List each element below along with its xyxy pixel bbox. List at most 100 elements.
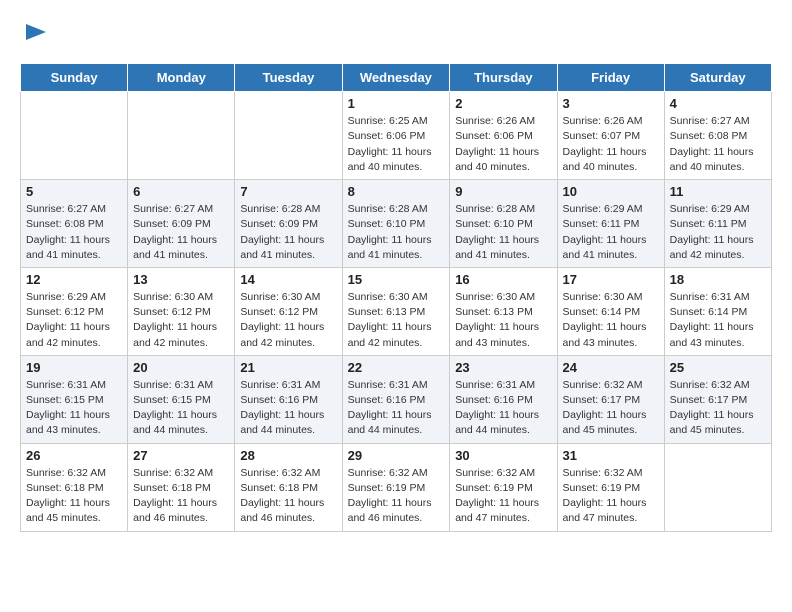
day-number: 2 — [455, 96, 551, 111]
day-number: 4 — [670, 96, 766, 111]
day-info: Sunrise: 6:29 AMSunset: 6:12 PMDaylight:… — [26, 290, 122, 351]
calendar-header-friday: Friday — [557, 64, 664, 92]
day-info: Sunrise: 6:32 AMSunset: 6:18 PMDaylight:… — [133, 466, 229, 527]
day-info: Sunrise: 6:27 AMSunset: 6:09 PMDaylight:… — [133, 202, 229, 263]
calendar-header-thursday: Thursday — [450, 64, 557, 92]
day-number: 10 — [563, 184, 659, 199]
day-info: Sunrise: 6:31 AMSunset: 6:16 PMDaylight:… — [348, 378, 445, 439]
day-info: Sunrise: 6:28 AMSunset: 6:10 PMDaylight:… — [455, 202, 551, 263]
day-info: Sunrise: 6:30 AMSunset: 6:13 PMDaylight:… — [348, 290, 445, 351]
day-number: 20 — [133, 360, 229, 375]
day-number: 21 — [240, 360, 336, 375]
day-info: Sunrise: 6:32 AMSunset: 6:19 PMDaylight:… — [455, 466, 551, 527]
calendar-cell: 7 Sunrise: 6:28 AMSunset: 6:09 PMDaylight… — [235, 180, 342, 268]
calendar-cell: 14Sunrise: 6:30 AMSunset: 6:12 PMDayligh… — [235, 267, 342, 355]
day-number: 7 — [240, 184, 336, 199]
calendar-header-wednesday: Wednesday — [342, 64, 450, 92]
day-number: 11 — [670, 184, 766, 199]
calendar-week-row: 12 Sunrise: 6:29 AMSunset: 6:12 PMDayligh… — [21, 267, 772, 355]
calendar-cell: 10 Sunrise: 6:29 AMSunset: 6:11 PMDayligh… — [557, 180, 664, 268]
day-info: Sunrise: 6:25 AMSunset: 6:06 PMDaylight:… — [348, 114, 445, 175]
calendar-header-sunday: Sunday — [21, 64, 128, 92]
calendar-cell: 20 Sunrise: 6:31 AMSunset: 6:15 PMDayligh… — [128, 355, 235, 443]
page-header — [20, 20, 772, 53]
day-info: Sunrise: 6:31 AMSunset: 6:15 PMDaylight:… — [26, 378, 122, 439]
calendar-header-tuesday: Tuesday — [235, 64, 342, 92]
calendar-header-row: SundayMondayTuesdayWednesdayThursdayFrid… — [21, 64, 772, 92]
calendar-cell: 4 Sunrise: 6:27 AMSunset: 6:08 PMDaylight… — [664, 92, 771, 180]
day-info: Sunrise: 6:31 AMSunset: 6:16 PMDaylight:… — [240, 378, 336, 439]
day-info: Sunrise: 6:30 AMSunset: 6:13 PMDaylight:… — [455, 290, 551, 351]
day-info: Sunrise: 6:28 AMSunset: 6:10 PMDaylight:… — [348, 202, 445, 263]
day-number: 3 — [563, 96, 659, 111]
calendar-cell: 27 Sunrise: 6:32 AMSunset: 6:18 PMDayligh… — [128, 443, 235, 531]
calendar-cell: 19 Sunrise: 6:31 AMSunset: 6:15 PMDayligh… — [21, 355, 128, 443]
calendar-cell: 31Sunrise: 6:32 AMSunset: 6:19 PMDayligh… — [557, 443, 664, 531]
day-info: Sunrise: 6:32 AMSunset: 6:18 PMDaylight:… — [26, 466, 122, 527]
day-info: Sunrise: 6:26 AMSunset: 6:06 PMDaylight:… — [455, 114, 551, 175]
day-number: 26 — [26, 448, 122, 463]
day-number: 29 — [348, 448, 445, 463]
calendar-cell — [235, 92, 342, 180]
day-number: 18 — [670, 272, 766, 287]
calendar-cell: 18 Sunrise: 6:31 AMSunset: 6:14 PMDayligh… — [664, 267, 771, 355]
day-info: Sunrise: 6:28 AMSunset: 6:09 PMDaylight:… — [240, 202, 336, 263]
day-info: Sunrise: 6:31 AMSunset: 6:15 PMDaylight:… — [133, 378, 229, 439]
calendar-cell — [128, 92, 235, 180]
day-info: Sunrise: 6:30 AMSunset: 6:12 PMDaylight:… — [133, 290, 229, 351]
calendar-cell: 12 Sunrise: 6:29 AMSunset: 6:12 PMDayligh… — [21, 267, 128, 355]
calendar-cell: 23Sunrise: 6:31 AMSunset: 6:16 PMDayligh… — [450, 355, 557, 443]
calendar-cell: 11 Sunrise: 6:29 AMSunset: 6:11 PMDayligh… — [664, 180, 771, 268]
logo-flag-icon — [22, 20, 50, 48]
day-number: 16 — [455, 272, 551, 287]
calendar-cell: 8 Sunrise: 6:28 AMSunset: 6:10 PMDaylight… — [342, 180, 450, 268]
day-number: 6 — [133, 184, 229, 199]
day-info: Sunrise: 6:30 AMSunset: 6:14 PMDaylight:… — [563, 290, 659, 351]
calendar-cell: 30 Sunrise: 6:32 AMSunset: 6:19 PMDayligh… — [450, 443, 557, 531]
day-info: Sunrise: 6:32 AMSunset: 6:19 PMDaylight:… — [563, 466, 659, 527]
day-number: 9 — [455, 184, 551, 199]
day-info: Sunrise: 6:31 AMSunset: 6:16 PMDaylight:… — [455, 378, 551, 439]
calendar-week-row: 5 Sunrise: 6:27 AMSunset: 6:08 PMDaylight… — [21, 180, 772, 268]
day-number: 27 — [133, 448, 229, 463]
calendar-cell — [21, 92, 128, 180]
day-number: 17 — [563, 272, 659, 287]
day-info: Sunrise: 6:32 AMSunset: 6:17 PMDaylight:… — [563, 378, 659, 439]
day-number: 5 — [26, 184, 122, 199]
day-info: Sunrise: 6:29 AMSunset: 6:11 PMDaylight:… — [563, 202, 659, 263]
logo — [20, 20, 50, 53]
day-info: Sunrise: 6:31 AMSunset: 6:14 PMDaylight:… — [670, 290, 766, 351]
logo-text — [20, 20, 50, 53]
day-info: Sunrise: 6:29 AMSunset: 6:11 PMDaylight:… — [670, 202, 766, 263]
day-info: Sunrise: 6:32 AMSunset: 6:17 PMDaylight:… — [670, 378, 766, 439]
calendar-week-row: 19 Sunrise: 6:31 AMSunset: 6:15 PMDayligh… — [21, 355, 772, 443]
day-number: 8 — [348, 184, 445, 199]
calendar-week-row: 1 Sunrise: 6:25 AMSunset: 6:06 PMDaylight… — [21, 92, 772, 180]
calendar-table: SundayMondayTuesdayWednesdayThursdayFrid… — [20, 63, 772, 531]
day-number: 12 — [26, 272, 122, 287]
calendar-cell: 13Sunrise: 6:30 AMSunset: 6:12 PMDayligh… — [128, 267, 235, 355]
day-number: 24 — [563, 360, 659, 375]
calendar-cell — [664, 443, 771, 531]
day-number: 19 — [26, 360, 122, 375]
calendar-cell: 6 Sunrise: 6:27 AMSunset: 6:09 PMDaylight… — [128, 180, 235, 268]
calendar-header-saturday: Saturday — [664, 64, 771, 92]
calendar-cell: 3 Sunrise: 6:26 AMSunset: 6:07 PMDaylight… — [557, 92, 664, 180]
calendar-cell: 26 Sunrise: 6:32 AMSunset: 6:18 PMDayligh… — [21, 443, 128, 531]
calendar-cell: 24 Sunrise: 6:32 AMSunset: 6:17 PMDayligh… — [557, 355, 664, 443]
calendar-cell: 1 Sunrise: 6:25 AMSunset: 6:06 PMDaylight… — [342, 92, 450, 180]
day-info: Sunrise: 6:26 AMSunset: 6:07 PMDaylight:… — [563, 114, 659, 175]
day-number: 14 — [240, 272, 336, 287]
calendar-cell: 9 Sunrise: 6:28 AMSunset: 6:10 PMDaylight… — [450, 180, 557, 268]
calendar-cell: 25 Sunrise: 6:32 AMSunset: 6:17 PMDayligh… — [664, 355, 771, 443]
calendar-cell: 5 Sunrise: 6:27 AMSunset: 6:08 PMDaylight… — [21, 180, 128, 268]
calendar-header-monday: Monday — [128, 64, 235, 92]
calendar-cell: 2 Sunrise: 6:26 AMSunset: 6:06 PMDaylight… — [450, 92, 557, 180]
day-number: 25 — [670, 360, 766, 375]
calendar-cell: 15Sunrise: 6:30 AMSunset: 6:13 PMDayligh… — [342, 267, 450, 355]
day-number: 28 — [240, 448, 336, 463]
day-number: 30 — [455, 448, 551, 463]
day-number: 1 — [348, 96, 445, 111]
day-info: Sunrise: 6:27 AMSunset: 6:08 PMDaylight:… — [670, 114, 766, 175]
day-info: Sunrise: 6:27 AMSunset: 6:08 PMDaylight:… — [26, 202, 122, 263]
